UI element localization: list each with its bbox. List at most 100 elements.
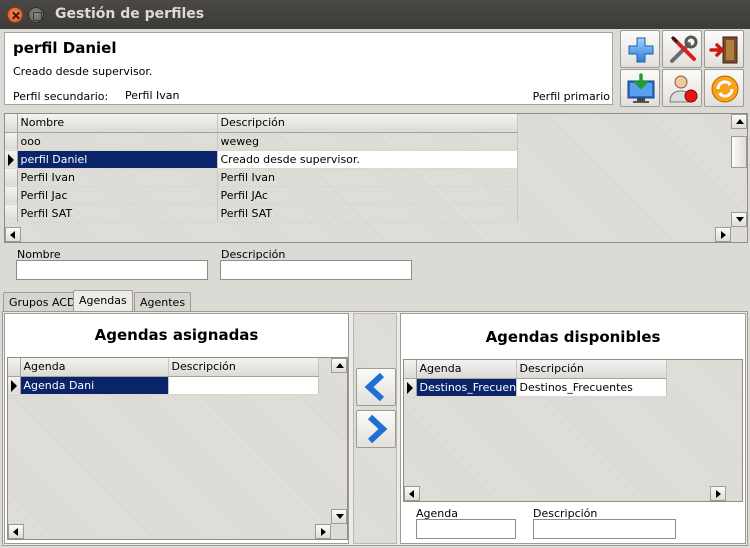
cell-name[interactable]: Perfil Jac xyxy=(17,186,218,205)
secondary-profile-value: Perfil Ivan xyxy=(125,89,180,102)
title-bar: Gestión de perfiles xyxy=(0,0,750,29)
arrow-left-icon xyxy=(13,528,18,536)
available-agendas-grid: Agenda Descripción Destinos_Frecuen Dest… xyxy=(403,359,743,502)
cell-agenda[interactable]: Destinos_Frecuen xyxy=(416,378,517,397)
table-row[interactable]: perfil Daniel Creado desde supervisor. xyxy=(5,150,518,169)
cell-name[interactable]: Perfil Ivan xyxy=(17,168,218,187)
download-monitor-icon xyxy=(627,73,655,103)
arrow-up-icon xyxy=(336,363,344,368)
cell-name[interactable]: Perfil SAT xyxy=(17,204,218,223)
user-remove-icon xyxy=(669,75,698,103)
scroll-up-button[interactable] xyxy=(731,114,747,129)
filter-agenda-input[interactable] xyxy=(416,519,516,539)
current-row-pointer-icon xyxy=(11,379,17,392)
row-header xyxy=(5,168,18,187)
close-window-button[interactable] xyxy=(7,7,23,23)
tab-agendas[interactable]: Agendas xyxy=(73,290,133,312)
arrow-left-icon xyxy=(409,490,414,498)
scroll-left-button[interactable] xyxy=(5,227,21,242)
arrow-right-icon xyxy=(721,231,726,239)
cell-name[interactable]: perfil Daniel xyxy=(17,150,218,169)
filter-name-input[interactable] xyxy=(16,260,208,280)
cell-description[interactable]: weweg xyxy=(217,132,518,151)
remove-user-button[interactable] xyxy=(662,69,702,107)
scroll-down-button[interactable] xyxy=(731,212,747,227)
cell-name[interactable]: ooo xyxy=(17,132,218,151)
tab-agentes[interactable]: Agentes xyxy=(134,292,192,312)
profile-name: perfil Daniel xyxy=(13,39,117,57)
window-title: Gestión de perfiles xyxy=(55,6,205,22)
refresh-button[interactable] xyxy=(704,69,744,107)
column-header-description[interactable]: Descripción xyxy=(217,114,518,133)
add-icon xyxy=(628,37,654,63)
assigned-agendas-grid: Agenda Descripción Agenda Dani xyxy=(7,357,348,540)
available-agendas-title: Agendas disponibles xyxy=(485,328,661,346)
arrow-right-icon xyxy=(367,414,388,444)
cell-description[interactable]: Perfil JAc xyxy=(217,186,518,205)
scroll-down-button[interactable] xyxy=(331,509,347,524)
row-header-corner xyxy=(8,358,21,377)
cell-description[interactable]: Perfil SAT xyxy=(217,204,518,223)
column-header-description[interactable]: Descripción xyxy=(516,360,667,379)
row-header xyxy=(8,376,21,395)
scroll-right-button[interactable] xyxy=(315,524,331,539)
row-header-corner xyxy=(404,360,417,379)
column-header-agenda[interactable]: Agenda xyxy=(416,360,517,379)
tab-grupos-acd[interactable]: Grupos ACD xyxy=(3,292,82,312)
arrow-right-icon xyxy=(321,528,326,536)
primary-profile-label: Perfil primario xyxy=(532,90,610,103)
row-header xyxy=(5,132,18,151)
scroll-right-button[interactable] xyxy=(710,486,726,501)
arrow-right-icon xyxy=(716,490,721,498)
scroll-left-button[interactable] xyxy=(8,524,24,539)
table-row[interactable]: Perfil SAT Perfil SAT xyxy=(5,204,518,223)
add-profile-button[interactable] xyxy=(620,30,660,68)
arrow-down-icon xyxy=(336,514,344,519)
table-row[interactable]: ooo weweg xyxy=(5,132,518,151)
cell-description[interactable] xyxy=(168,376,319,395)
cell-description[interactable]: Creado desde supervisor. xyxy=(217,150,518,169)
column-header-description[interactable]: Descripción xyxy=(168,358,319,377)
scroll-up-button[interactable] xyxy=(331,358,347,373)
import-button[interactable] xyxy=(620,69,660,107)
filter-description-input[interactable] xyxy=(220,260,412,280)
row-header xyxy=(5,186,18,205)
row-header-corner xyxy=(5,114,18,133)
current-row-pointer-icon xyxy=(407,381,413,394)
row-header xyxy=(5,150,18,169)
arrow-up-icon xyxy=(736,119,744,124)
assign-agenda-button[interactable] xyxy=(356,368,396,406)
secondary-profile-label: Perfil secundario: xyxy=(13,90,109,103)
minimize-window-button[interactable] xyxy=(28,7,44,23)
exit-door-icon xyxy=(709,36,738,64)
arrow-left-icon xyxy=(10,231,15,239)
profiles-grid: Nombre Descripción ooo weweg perfil Dani… xyxy=(4,113,748,243)
vertical-scroll-thumb[interactable] xyxy=(731,136,747,168)
tools-button[interactable] xyxy=(662,30,702,68)
cell-description[interactable]: Perfil Ivan xyxy=(217,168,518,187)
cell-description[interactable]: Destinos_Frecuentes xyxy=(516,378,667,397)
cell-agenda[interactable]: Agenda Dani xyxy=(20,376,169,395)
filter-agenda-description-input[interactable] xyxy=(533,519,676,539)
current-row-pointer-icon xyxy=(8,153,14,166)
scroll-right-button[interactable] xyxy=(715,227,731,242)
scroll-left-button[interactable] xyxy=(404,486,420,501)
profile-header-panel: perfil Daniel Creado desde supervisor. P… xyxy=(4,32,613,105)
table-row[interactable]: Agenda Dani xyxy=(8,376,319,395)
column-header-agenda[interactable]: Agenda xyxy=(20,358,169,377)
table-row[interactable]: Destinos_Frecuen Destinos_Frecuentes xyxy=(404,378,667,397)
table-row[interactable]: Perfil Jac Perfil JAc xyxy=(5,186,518,205)
assigned-agendas-panel: Agendas asignadas Agenda Descripción Age… xyxy=(4,313,349,544)
exit-button[interactable] xyxy=(704,30,744,68)
arrow-down-icon xyxy=(736,217,744,222)
table-row[interactable]: Perfil Ivan Perfil Ivan xyxy=(5,168,518,187)
assigned-agendas-title: Agendas asignadas xyxy=(94,326,259,344)
unassign-agenda-button[interactable] xyxy=(356,410,396,448)
row-header xyxy=(5,204,18,223)
refresh-icon xyxy=(711,75,739,103)
profile-description: Creado desde supervisor. xyxy=(13,65,153,78)
available-agendas-panel: Agendas disponibles Agenda Descripción D… xyxy=(400,313,746,544)
row-header xyxy=(404,378,417,397)
column-header-name[interactable]: Nombre xyxy=(17,114,218,133)
arrow-left-icon xyxy=(364,372,385,402)
